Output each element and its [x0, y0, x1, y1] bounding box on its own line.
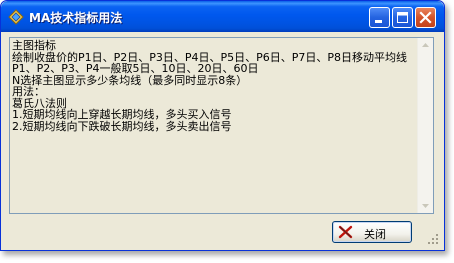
scroll-down-button[interactable]: [418, 198, 433, 213]
maximize-icon: [397, 12, 408, 23]
vertical-scrollbar[interactable]: [417, 38, 433, 213]
dialog-body: 主图指标 绘制收盘价的P1日、P2日、P3日、P4日、P5日、P6日、P7日、P…: [4, 32, 440, 246]
text-line: 主图指标: [12, 39, 56, 52]
text-line: 用法：: [12, 85, 45, 98]
app-icon: [8, 9, 24, 25]
red-x-icon: [338, 225, 353, 239]
arrow-down-icon: [422, 204, 429, 208]
close-icon: [419, 11, 432, 24]
resize-grip-icon[interactable]: [427, 233, 439, 245]
title-bar[interactable]: MA技术指标用法: [1, 1, 444, 32]
arrow-up-icon: [422, 43, 429, 47]
text-line: 2.短期均线向下跌破长期均线，多头卖出信号: [12, 119, 232, 133]
close-window-button[interactable]: [415, 7, 436, 28]
text-line: N选择主图显示多少条均线（最多同时显示8条）: [12, 73, 248, 87]
dialog-window: MA技术指标用法 主图指标 绘制收盘价的P1日、P2日、P3日、P4日、P5日、…: [0, 0, 445, 251]
description-text: 主图指标 绘制收盘价的P1日、P2日、P3日、P4日、P5日、P6日、P7日、P…: [12, 40, 416, 132]
text-line: 1.短期均线向上穿越长期均线，多头买入信号: [12, 108, 232, 121]
description-text-area[interactable]: 主图指标 绘制收盘价的P1日、P2日、P3日、P4日、P5日、P6日、P7日、P…: [9, 37, 434, 214]
close-button-label: 关闭: [364, 228, 386, 241]
close-button[interactable]: 关闭: [332, 221, 412, 243]
minimize-button[interactable]: [369, 7, 390, 28]
scroll-up-button[interactable]: [418, 38, 433, 53]
window-title: MA技术指标用法: [29, 11, 123, 25]
maximize-button[interactable]: [392, 7, 413, 28]
minimize-icon: [375, 20, 382, 23]
text-line: P1、P2、P3、P4一般取5日、10日、20日、60日: [12, 62, 259, 75]
